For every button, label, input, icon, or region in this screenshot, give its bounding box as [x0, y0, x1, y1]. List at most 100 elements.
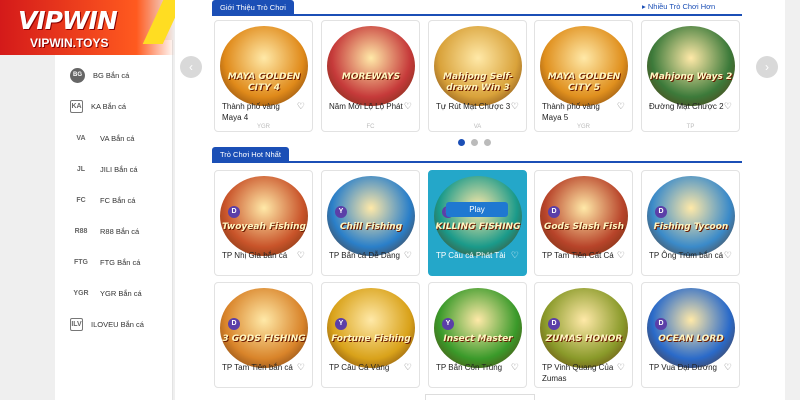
favorite-heart-icon[interactable]: ♡ [404, 101, 412, 112]
hot-game-card[interactable]: Twoyeah Fishing D TP Nhị Gia bắn cá ♡ [214, 170, 313, 276]
favorite-heart-icon[interactable]: ♡ [297, 101, 305, 112]
view-more-label: Nhiều Trò Chơi Hơn [647, 2, 716, 11]
brand-name: VIPWIN [18, 6, 118, 35]
intro-game-card[interactable]: MOREWAYS Năm Mới Lộ Lộ Phát ♡ FC [321, 20, 420, 132]
game-title: TP Ông Trùm bắn cá [649, 251, 724, 260]
sidebar-item-jl[interactable]: JL JILI Bắn cá [70, 158, 170, 180]
carousel-next-button[interactable]: › [756, 56, 778, 78]
sidebar-item-label: ILOVEU Bắn cá [91, 319, 144, 329]
favorite-heart-icon[interactable]: ♡ [297, 250, 305, 261]
carousel-dot[interactable] [484, 139, 491, 146]
provider-name: YGR [576, 124, 590, 130]
intro-game-card[interactable]: MAYA GOLDEN CITY 4 Thành phố vàng Maya 4 ♡… [214, 20, 313, 132]
favorite-heart-icon[interactable]: ♡ [511, 250, 519, 261]
fc-provider-logo: FC [76, 196, 86, 204]
game-title: TP Tam Tiên Cất Cá [542, 251, 614, 260]
sidebar-item-fc[interactable]: FC FC Bắn cá [70, 189, 170, 211]
game-logo-text: MAYA GOLDEN CITY 4 [227, 72, 301, 93]
provider-badge: Y [335, 206, 347, 218]
provider-badge: D [228, 206, 240, 218]
play-button[interactable]: Play [446, 202, 508, 217]
intro-section-divider [212, 14, 742, 16]
hot-game-card[interactable]: KILLING FISHINGDPlayTP Câu cá Phát Tài♡ [428, 170, 527, 276]
view-more-link[interactable]: ▸ Nhiều Trò Chơi Hơn [642, 2, 715, 11]
game-title: Năm Mới Lộ Lộ Phát [329, 102, 403, 111]
provider-name: VA [473, 124, 482, 130]
game-title: TP Vinh Quang Của Zumas [542, 363, 614, 383]
sidebar-item-label: VA Bắn cá [100, 133, 135, 143]
hot-game-card[interactable]: Insect Master Y TP Bắn Côn Trùng ♡ [428, 282, 527, 388]
carousel-dot[interactable] [471, 139, 478, 146]
game-thumbnail: MAYA GOLDEN CITY 4 [220, 26, 308, 106]
pagination[interactable] [425, 394, 535, 400]
game-logo-text: Mahjong Self-drawn Win 3 [443, 72, 513, 93]
sidebar-item-ilv[interactable]: ILV ILOVEU Bắn cá [70, 313, 170, 335]
game-thumbnail: Mahjong Ways 2 [647, 26, 735, 106]
hot-game-card[interactable]: ZUMAS HONOR D TP Vinh Quang Của Zumas ♡ [534, 282, 633, 388]
favorite-heart-icon[interactable]: ♡ [511, 362, 519, 373]
game-title: TP Bắn Côn Trùng [436, 363, 503, 372]
game-thumbnail: Gods Slash Fish D [540, 176, 628, 256]
carousel-prev-button[interactable]: ‹ [180, 56, 202, 78]
hot-game-card[interactable]: Gods Slash Fish D TP Tam Tiên Cất Cá ♡ [534, 170, 633, 276]
ftg-provider-logo: FTG [74, 258, 88, 266]
hot-game-card[interactable]: OCEAN LORD D TP Vua Đại Dương ♡ [641, 282, 740, 388]
hot-game-card[interactable]: Fishing Tycoon D TP Ông Trùm bắn cá ♡ [641, 170, 740, 276]
game-logo-text: Fortune Fishing [331, 334, 411, 344]
favorite-heart-icon[interactable]: ♡ [511, 101, 519, 112]
hot-section-title: Trò Chơi Hot Nhất [212, 147, 289, 162]
hot-game-card[interactable]: Chill Fishing Y TP Bắn cá Dễ Dàng ♡ [321, 170, 420, 276]
game-logo-text: Insect Master [443, 334, 513, 344]
favorite-heart-icon[interactable]: ♡ [724, 362, 732, 373]
brand-url: VIPWIN.TOYS [30, 36, 109, 50]
sidebar-item-label: R88 Bắn cá [100, 226, 140, 236]
intro-game-card[interactable]: MAYA GOLDEN CITY 5 Thành phố vàng Maya 5 ♡… [534, 20, 633, 132]
intro-game-card[interactable]: Mahjong Self-drawn Win 3 Tự Rút Mạt Chược… [428, 20, 527, 132]
carousel-dots [458, 139, 491, 146]
carousel-dot[interactable] [458, 139, 465, 146]
favorite-heart-icon[interactable]: ♡ [617, 362, 625, 373]
game-thumbnail: Twoyeah Fishing D [220, 176, 308, 256]
game-title: TP Bắn cá Dễ Dàng [329, 251, 401, 260]
provider-name: FC [366, 124, 375, 130]
game-logo-text: Fishing Tycoon [653, 222, 729, 232]
sidebar-item-ygr[interactable]: YGR YGR Bắn cá [70, 282, 170, 304]
favorite-heart-icon[interactable]: ♡ [297, 362, 305, 373]
game-logo-text: 3 GODS FISHING [222, 334, 306, 344]
game-logo-text: Chill Fishing [339, 222, 403, 232]
favorite-heart-icon[interactable]: ♡ [617, 250, 625, 261]
sidebar-item-ka[interactable]: KA KA Bắn cá [70, 95, 170, 117]
bg-provider-logo: BG [70, 67, 85, 83]
favorite-heart-icon[interactable]: ♡ [404, 362, 412, 373]
sidebar-item-ftg[interactable]: FTG FTG Bắn cá [70, 251, 170, 273]
sidebar-item-va[interactable]: VA VA Bắn cá [70, 127, 170, 149]
ka-provider-logo: KA [70, 99, 83, 113]
va-provider-logo: VA [76, 134, 86, 142]
sidebar-item-r88[interactable]: R88 R88 Bắn cá [70, 220, 170, 242]
sidebar-item-label: KA Bắn cá [91, 101, 127, 111]
r88-provider-logo: R88 [74, 227, 88, 235]
favorite-heart-icon[interactable]: ♡ [404, 250, 412, 261]
brand-logo[interactable]: VIPWIN VIPWIN.TOYS [0, 0, 184, 55]
provider-badge: Y [442, 318, 454, 330]
ilv-provider-logo: ILV [70, 317, 83, 331]
intro-game-card[interactable]: Mahjong Ways 2 Đường Mạt Chược 2 ♡ TP [641, 20, 740, 132]
favorite-heart-icon[interactable]: ♡ [724, 101, 732, 112]
favorite-heart-icon[interactable]: ♡ [617, 101, 625, 112]
game-logo-text: Mahjong Ways 2 [649, 72, 733, 82]
hot-game-card[interactable]: 3 GODS FISHING D TP Tam Tiên bắn cá ♡ [214, 282, 313, 388]
game-thumbnail: MAYA GOLDEN CITY 5 [540, 26, 628, 106]
game-logo-text: OCEAN LORD [658, 334, 724, 344]
intro-section-title: Giới Thiệu Trò Chơi [212, 0, 294, 15]
game-title: TP Tam Tiên bắn cá [222, 363, 293, 372]
game-thumbnail: Mahjong Self-drawn Win 3 [434, 26, 522, 106]
game-title: Thành phố vàng Maya 5 [542, 102, 600, 122]
provider-badge: Y [335, 318, 347, 330]
ygr-provider-logo: YGR [73, 289, 89, 297]
provider-badge: D [228, 318, 240, 330]
provider-badge: D [655, 318, 667, 330]
favorite-heart-icon[interactable]: ♡ [724, 250, 732, 261]
game-logo-text: Gods Slash Fish [543, 222, 625, 232]
sidebar-item-bg[interactable]: BG BG Bắn cá [70, 64, 170, 86]
hot-game-card[interactable]: Fortune Fishing Y TP Câu Cá Vàng ♡ [321, 282, 420, 388]
